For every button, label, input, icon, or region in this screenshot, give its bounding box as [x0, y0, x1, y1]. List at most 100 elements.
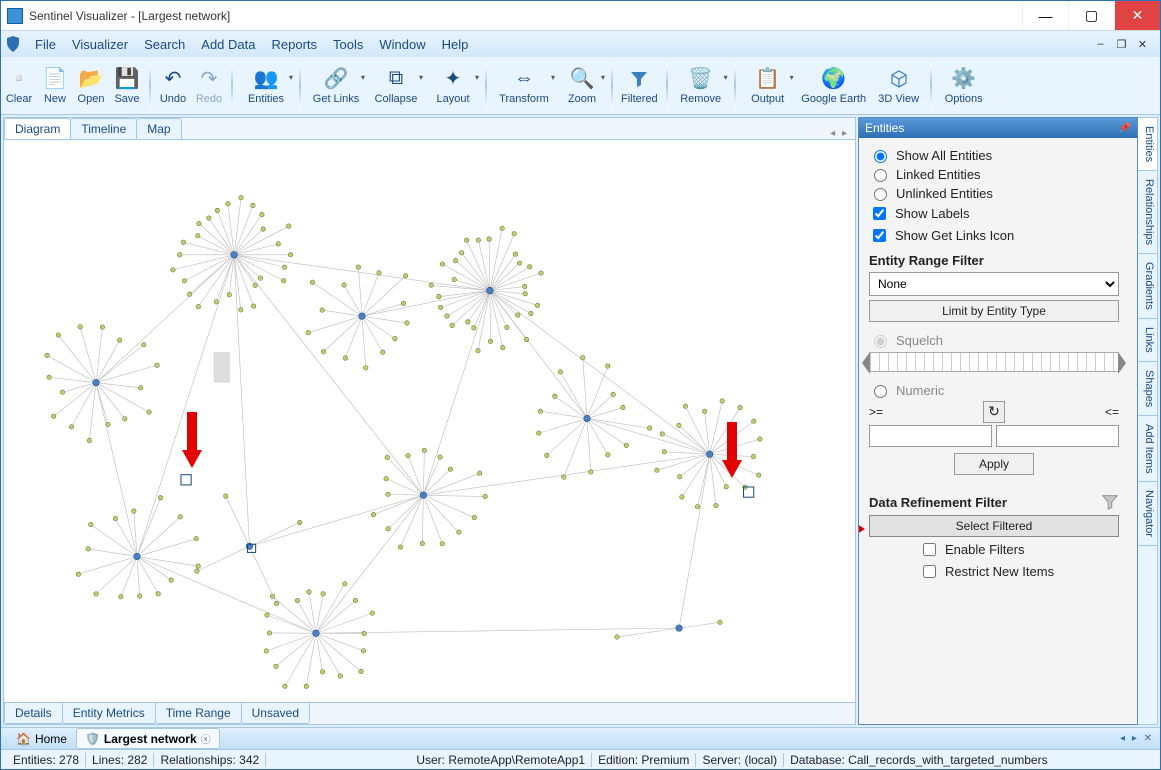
redo-button[interactable]: ↷Redo	[191, 59, 227, 112]
undo-button[interactable]: ↶Undo	[155, 59, 191, 112]
radio-unlinked[interactable]: Unlinked Entities	[869, 185, 1119, 201]
clear-button[interactable]: ▫️Clear	[1, 59, 37, 112]
tab-timeline[interactable]: Timeline	[70, 118, 137, 139]
3d-view-icon	[887, 67, 911, 91]
numeric-reset-button[interactable]: ↻	[983, 401, 1005, 423]
filtered-button[interactable]: Filtered	[617, 59, 662, 112]
undo-icon: ↶	[161, 67, 185, 91]
3d-view-button[interactable]: 3D View	[872, 59, 926, 112]
minimize-button[interactable]: —	[1022, 1, 1068, 30]
tab-map[interactable]: Map	[136, 118, 181, 139]
menu-visualizer[interactable]: Visualizer	[64, 33, 136, 56]
vtab-gradients[interactable]: Gradients	[1138, 254, 1157, 319]
doc-tab-nav[interactable]: ◂ ▸ ✕	[1120, 733, 1154, 744]
entity-range-filter-header: Entity Range Filter	[869, 253, 1119, 268]
title-bar: Sentinel Visualizer - [Largest network] …	[1, 1, 1160, 31]
menu-tools[interactable]: Tools	[325, 33, 371, 56]
radio-show-all[interactable]: Show All Entities	[869, 147, 1119, 163]
ge-input[interactable]	[869, 425, 992, 447]
doc-tab-largest-network[interactable]: 🛡️Largest networkⓧ	[76, 728, 220, 749]
ge-label: >=	[869, 405, 883, 419]
diagram-canvas[interactable]	[4, 140, 855, 702]
close-tab-icon[interactable]: ⓧ	[201, 731, 211, 746]
vtab-add-items[interactable]: Add Items	[1138, 416, 1157, 483]
doc-tab-home[interactable]: 🏠Home	[7, 729, 76, 749]
status-server: Server: (local)	[696, 753, 784, 767]
redo-icon: ↷	[197, 67, 221, 91]
status-relationships: Relationships: 342	[154, 753, 266, 767]
output-button[interactable]: 📋Output	[740, 59, 796, 112]
collapse-button[interactable]: ⧉Collapse	[367, 59, 425, 112]
app-shield-icon	[5, 36, 21, 52]
entities-icon: 👥	[254, 67, 278, 91]
maximize-button[interactable]: ▢	[1068, 1, 1114, 30]
mdi-minimize-icon[interactable]: –	[1093, 38, 1108, 51]
funnel-icon	[1101, 493, 1119, 511]
entities-panel-title: Entities📌	[859, 118, 1137, 138]
check-restrict-new-items[interactable]: Restrict New Items	[919, 562, 1119, 581]
tab-time-range[interactable]: Time Range	[155, 703, 242, 724]
save-button[interactable]: 💾Save	[109, 59, 145, 112]
status-entities: Entities: 278	[7, 753, 86, 767]
output-icon: 📋	[756, 67, 780, 91]
vtab-shapes[interactable]: Shapes	[1138, 362, 1157, 416]
menu-help[interactable]: Help	[434, 33, 477, 56]
vtab-links[interactable]: Links	[1138, 319, 1157, 362]
range-filter-select[interactable]: None	[869, 272, 1119, 296]
tab-entity-metrics[interactable]: Entity Metrics	[62, 703, 156, 724]
entities-button[interactable]: 👥Entities	[237, 59, 295, 112]
new-button[interactable]: 📄New	[37, 59, 73, 112]
radio-squelch: Squelch	[869, 332, 1119, 348]
zoom-icon: 🔍	[570, 67, 594, 91]
check-enable-filters[interactable]: Enable Filters	[919, 540, 1119, 559]
radio-linked[interactable]: Linked Entities	[869, 166, 1119, 182]
pin-icon[interactable]: 📌	[1119, 123, 1131, 134]
vtab-navigator[interactable]: Navigator	[1138, 482, 1157, 546]
google-earth-button[interactable]: 🌍Google Earth	[796, 59, 872, 112]
annotation-arrow-3	[859, 513, 865, 545]
annotation-arrow-1	[182, 450, 202, 468]
zoom-button[interactable]: 🔍Zoom	[557, 59, 607, 112]
remove-icon: 🗑️	[689, 67, 713, 91]
limit-by-entity-type-button[interactable]: Limit by Entity Type	[869, 300, 1119, 322]
get-links-icon: 🔗	[324, 67, 348, 91]
google-earth-icon: 🌍	[822, 67, 846, 91]
close-button[interactable]: ✕	[1114, 1, 1160, 30]
transform-icon: ⇔	[512, 67, 536, 91]
remove-button[interactable]: 🗑️Remove	[672, 59, 730, 112]
save-icon: 💾	[115, 67, 139, 91]
layout-icon: ✦	[441, 67, 465, 91]
menu-reports[interactable]: Reports	[263, 33, 325, 56]
menu-search[interactable]: Search	[136, 33, 193, 56]
open-button[interactable]: 📂Open	[73, 59, 109, 112]
menu-window[interactable]: Window	[371, 33, 433, 56]
filtered-icon	[627, 67, 651, 91]
tab-diagram[interactable]: Diagram	[4, 118, 71, 139]
layout-button[interactable]: ✦Layout	[425, 59, 481, 112]
menu-file[interactable]: File	[27, 33, 64, 56]
get-links-button[interactable]: 🔗Get Links	[305, 59, 367, 112]
vtab-entities[interactable]: Entities	[1138, 118, 1157, 171]
options-button[interactable]: ⚙️Options	[936, 59, 992, 112]
mdi-restore-icon[interactable]: ❐	[1114, 38, 1129, 51]
document-tabs: 🏠Home 🛡️Largest networkⓧ ◂ ▸ ✕	[1, 727, 1160, 749]
status-database: Database: Call_records_with_targeted_num…	[784, 753, 1154, 767]
vtab-relationships[interactable]: Relationships	[1138, 171, 1157, 254]
select-filtered-button[interactable]: Select Filtered	[869, 515, 1119, 537]
tab-unsaved[interactable]: Unsaved	[241, 703, 310, 724]
check-show-getlinks-icon[interactable]: Show Get Links Icon	[869, 226, 1119, 245]
squelch-slider[interactable]	[869, 352, 1119, 372]
open-icon: 📂	[79, 67, 103, 91]
tab-nav-arrows[interactable]: ◂ ▸	[830, 128, 855, 139]
options-icon: ⚙️	[952, 67, 976, 91]
tab-details[interactable]: Details	[4, 703, 63, 724]
mdi-close-icon[interactable]: ✕	[1135, 38, 1150, 51]
collapse-icon: ⧉	[384, 67, 408, 91]
apply-button[interactable]: Apply	[954, 453, 1034, 475]
check-show-labels[interactable]: Show Labels	[869, 204, 1119, 223]
window-title: Sentinel Visualizer - [Largest network]	[29, 9, 1022, 23]
radio-numeric[interactable]: Numeric	[869, 382, 1119, 398]
le-input[interactable]	[996, 425, 1119, 447]
transform-button[interactable]: ⇔Transform	[491, 59, 557, 112]
menu-add-data[interactable]: Add Data	[193, 33, 263, 56]
